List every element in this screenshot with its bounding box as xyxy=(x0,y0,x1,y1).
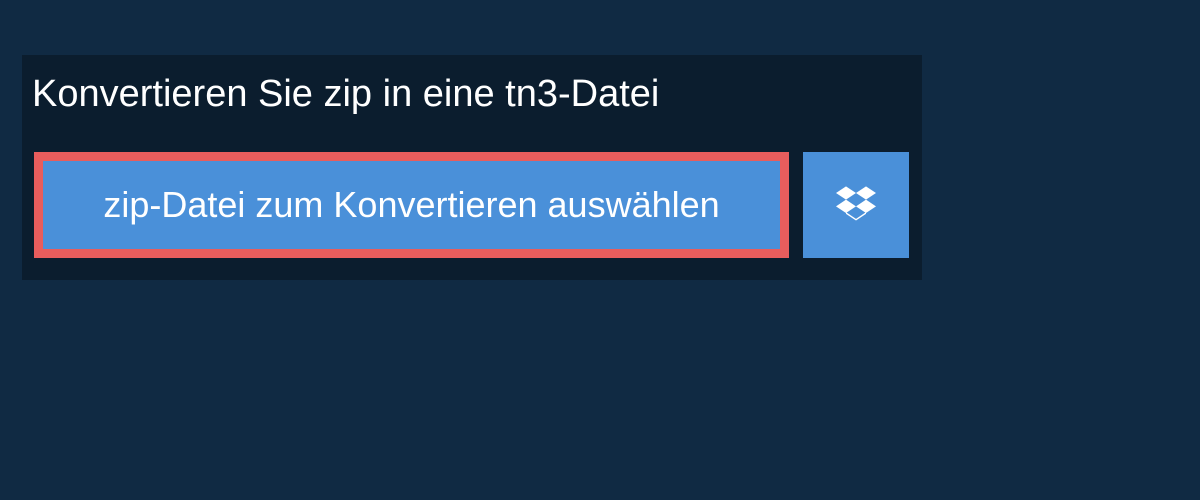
page-title: Konvertieren Sie zip in eine tn3-Datei xyxy=(32,73,659,115)
dropbox-icon xyxy=(836,183,876,228)
dropbox-button[interactable] xyxy=(803,152,909,258)
select-file-button[interactable]: zip-Datei zum Konvertieren auswählen xyxy=(34,152,789,258)
title-bar: Konvertieren Sie zip in eine tn3-Datei xyxy=(22,55,689,134)
select-file-label: zip-Datei zum Konvertieren auswählen xyxy=(103,184,719,226)
converter-panel: Konvertieren Sie zip in eine tn3-Datei z… xyxy=(22,55,922,280)
button-row: zip-Datei zum Konvertieren auswählen xyxy=(22,134,922,280)
